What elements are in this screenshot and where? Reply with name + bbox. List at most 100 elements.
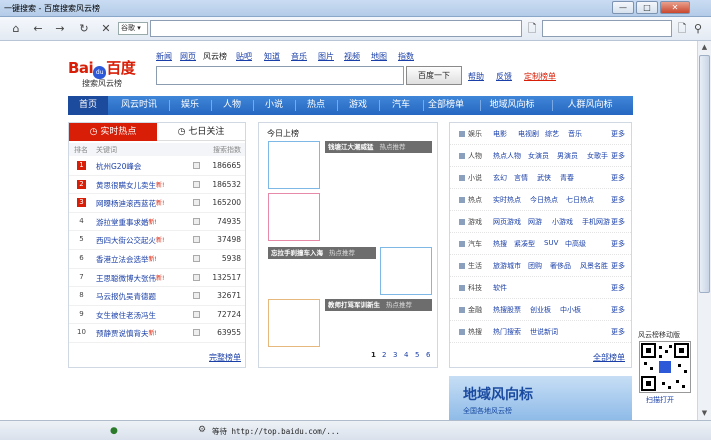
- nav-tieba[interactable]: 贴吧: [236, 51, 252, 62]
- trend-icon[interactable]: [193, 273, 200, 281]
- category-link[interactable]: 玄幻: [493, 173, 507, 183]
- category-link[interactable]: 中高级: [565, 239, 586, 249]
- category-link[interactable]: 女歌手: [587, 151, 608, 161]
- mainnav-region[interactable]: 地域风向标: [482, 96, 542, 115]
- category-link[interactable]: 言情: [514, 173, 528, 183]
- category-link[interactable]: 综艺: [545, 129, 559, 139]
- keyword-link[interactable]: 游拉堂重事求婚新!: [96, 217, 157, 228]
- category-link[interactable]: 奢侈品: [550, 261, 571, 271]
- keyword-link[interactable]: 香港立法会选举新!: [96, 254, 157, 265]
- category-link[interactable]: 中小板: [560, 305, 581, 315]
- category-link[interactable]: 世说新词: [530, 327, 558, 337]
- feedback-link[interactable]: 反馈: [496, 71, 512, 82]
- mainnav-hot[interactable]: 热点: [296, 96, 336, 115]
- page-number[interactable]: 2: [382, 351, 386, 359]
- forward-icon[interactable]: →: [52, 21, 68, 37]
- page-icon[interactable]: 🗋: [524, 21, 540, 37]
- page-number[interactable]: 4: [404, 351, 408, 359]
- maximize-button[interactable]: □: [636, 1, 658, 14]
- table-row[interactable]: 7 王思聪微博大张伟新! 132517: [69, 269, 245, 288]
- scroll-up-icon[interactable]: ▲: [698, 41, 711, 54]
- scroll-down-icon[interactable]: ▼: [698, 407, 711, 420]
- keyword-link[interactable]: 女生被住老汤冯生: [96, 310, 156, 321]
- category-more[interactable]: 更多: [611, 283, 625, 293]
- category-link[interactable]: 实时热点: [493, 195, 521, 205]
- trend-icon[interactable]: [193, 180, 200, 188]
- table-row[interactable]: 4 游拉堂重事求婚新! 74935: [69, 213, 245, 232]
- mainnav-game[interactable]: 游戏: [338, 96, 378, 115]
- full-list-link[interactable]: 完整榜单: [209, 352, 241, 363]
- nav-music[interactable]: 音乐: [291, 51, 307, 62]
- category-link[interactable]: 手机网游: [582, 217, 610, 227]
- nav-news[interactable]: 新闻: [156, 51, 172, 62]
- mainnav-novel[interactable]: 小说: [254, 96, 294, 115]
- news-thumbnail[interactable]: [268, 193, 320, 241]
- news-caption[interactable]: 钱塘江大潮威猛 热点推荐: [325, 141, 432, 153]
- trend-icon[interactable]: [193, 292, 200, 300]
- category-more[interactable]: 更多: [611, 239, 625, 249]
- keyword-link[interactable]: 杭州G20峰会: [96, 161, 141, 172]
- category-more[interactable]: 更多: [611, 327, 625, 337]
- tab-realtime-hot[interactable]: ◷ 实时热点: [69, 123, 157, 141]
- category-link[interactable]: 女演员: [528, 151, 549, 161]
- category-more[interactable]: 更多: [611, 173, 625, 183]
- toolbar-search-box[interactable]: [542, 20, 672, 37]
- search-input[interactable]: [156, 66, 404, 85]
- category-link[interactable]: 热门搜索: [493, 327, 521, 337]
- keyword-link[interactable]: 预静贾说慎背夫新!: [96, 328, 157, 339]
- help-link[interactable]: 帮助: [468, 71, 484, 82]
- news-thumbnail[interactable]: [380, 247, 432, 295]
- category-link[interactable]: SUV: [544, 239, 558, 247]
- address-bar[interactable]: [150, 20, 522, 37]
- page-number[interactable]: 6: [426, 351, 430, 359]
- trend-icon[interactable]: [193, 310, 200, 318]
- trend-icon[interactable]: [193, 162, 200, 169]
- nav-fengyunbang[interactable]: 风云榜: [203, 51, 227, 62]
- category-link[interactable]: 热搜股票: [493, 305, 521, 315]
- page-scrollbar[interactable]: ▲ ▼: [697, 41, 711, 420]
- table-row[interactable]: 10 预静贾说慎背夫新! 63955: [69, 324, 245, 343]
- home-icon[interactable]: ⌂: [8, 21, 24, 37]
- trend-icon[interactable]: [193, 329, 200, 337]
- category-link[interactable]: 风景名胜: [580, 261, 608, 271]
- minimize-button[interactable]: —: [612, 1, 634, 14]
- table-row[interactable]: 9 女生被住老汤冯生 72724: [69, 306, 245, 325]
- category-link[interactable]: 旅游城市: [493, 261, 521, 271]
- category-link[interactable]: 团购: [528, 261, 542, 271]
- mainnav-home[interactable]: 首页: [68, 96, 108, 115]
- category-more[interactable]: 更多: [611, 305, 625, 315]
- category-link[interactable]: 网页游戏: [493, 217, 521, 227]
- refresh-icon[interactable]: ↻: [76, 21, 92, 37]
- keyword-link[interactable]: 黄思很瞒女儿卖生新!: [96, 180, 164, 191]
- category-link[interactable]: 软件: [493, 283, 507, 293]
- scrollbar-thumb[interactable]: [699, 55, 710, 293]
- category-link[interactable]: 今日热点: [530, 195, 558, 205]
- all-lists-link[interactable]: 全部榜单: [593, 352, 625, 363]
- table-row[interactable]: 8 马云报仇吴青德题 32671: [69, 287, 245, 306]
- page-number[interactable]: 5: [415, 351, 419, 359]
- nav-zhidao[interactable]: 知道: [264, 51, 280, 62]
- mainnav-car[interactable]: 汽车: [380, 96, 422, 115]
- category-more[interactable]: 更多: [611, 261, 625, 271]
- close-button[interactable]: ✕: [660, 1, 690, 14]
- nav-video[interactable]: 视频: [344, 51, 360, 62]
- nav-map[interactable]: 地图: [371, 51, 387, 62]
- category-link[interactable]: 男演员: [557, 151, 578, 161]
- search-icon[interactable]: ⚲: [690, 21, 706, 37]
- nav-index[interactable]: 指数: [398, 51, 414, 62]
- news-thumbnail[interactable]: [268, 299, 320, 347]
- stop-icon[interactable]: ✕: [98, 21, 114, 37]
- mainnav-crowd[interactable]: 人群风向标: [556, 96, 624, 115]
- news-caption[interactable]: 教师打骂军训新生 热点推荐: [325, 299, 432, 311]
- category-link[interactable]: 紧凑型: [514, 239, 535, 249]
- engine-dropdown[interactable]: 谷歌 ▾: [118, 22, 148, 35]
- custom-list-link[interactable]: 定制榜单: [524, 71, 556, 82]
- category-link[interactable]: 热搜: [493, 239, 507, 249]
- category-more[interactable]: 更多: [611, 195, 625, 205]
- nav-web[interactable]: 网页: [180, 51, 196, 62]
- trend-icon[interactable]: [193, 217, 200, 225]
- category-more[interactable]: 更多: [611, 129, 625, 139]
- region-banner[interactable]: 地域风向标 全国各地风云榜: [449, 376, 632, 420]
- table-row[interactable]: 2 黄思很瞒女儿卖生新! 186532: [69, 176, 245, 195]
- page-icon-2[interactable]: 🗋: [674, 21, 690, 37]
